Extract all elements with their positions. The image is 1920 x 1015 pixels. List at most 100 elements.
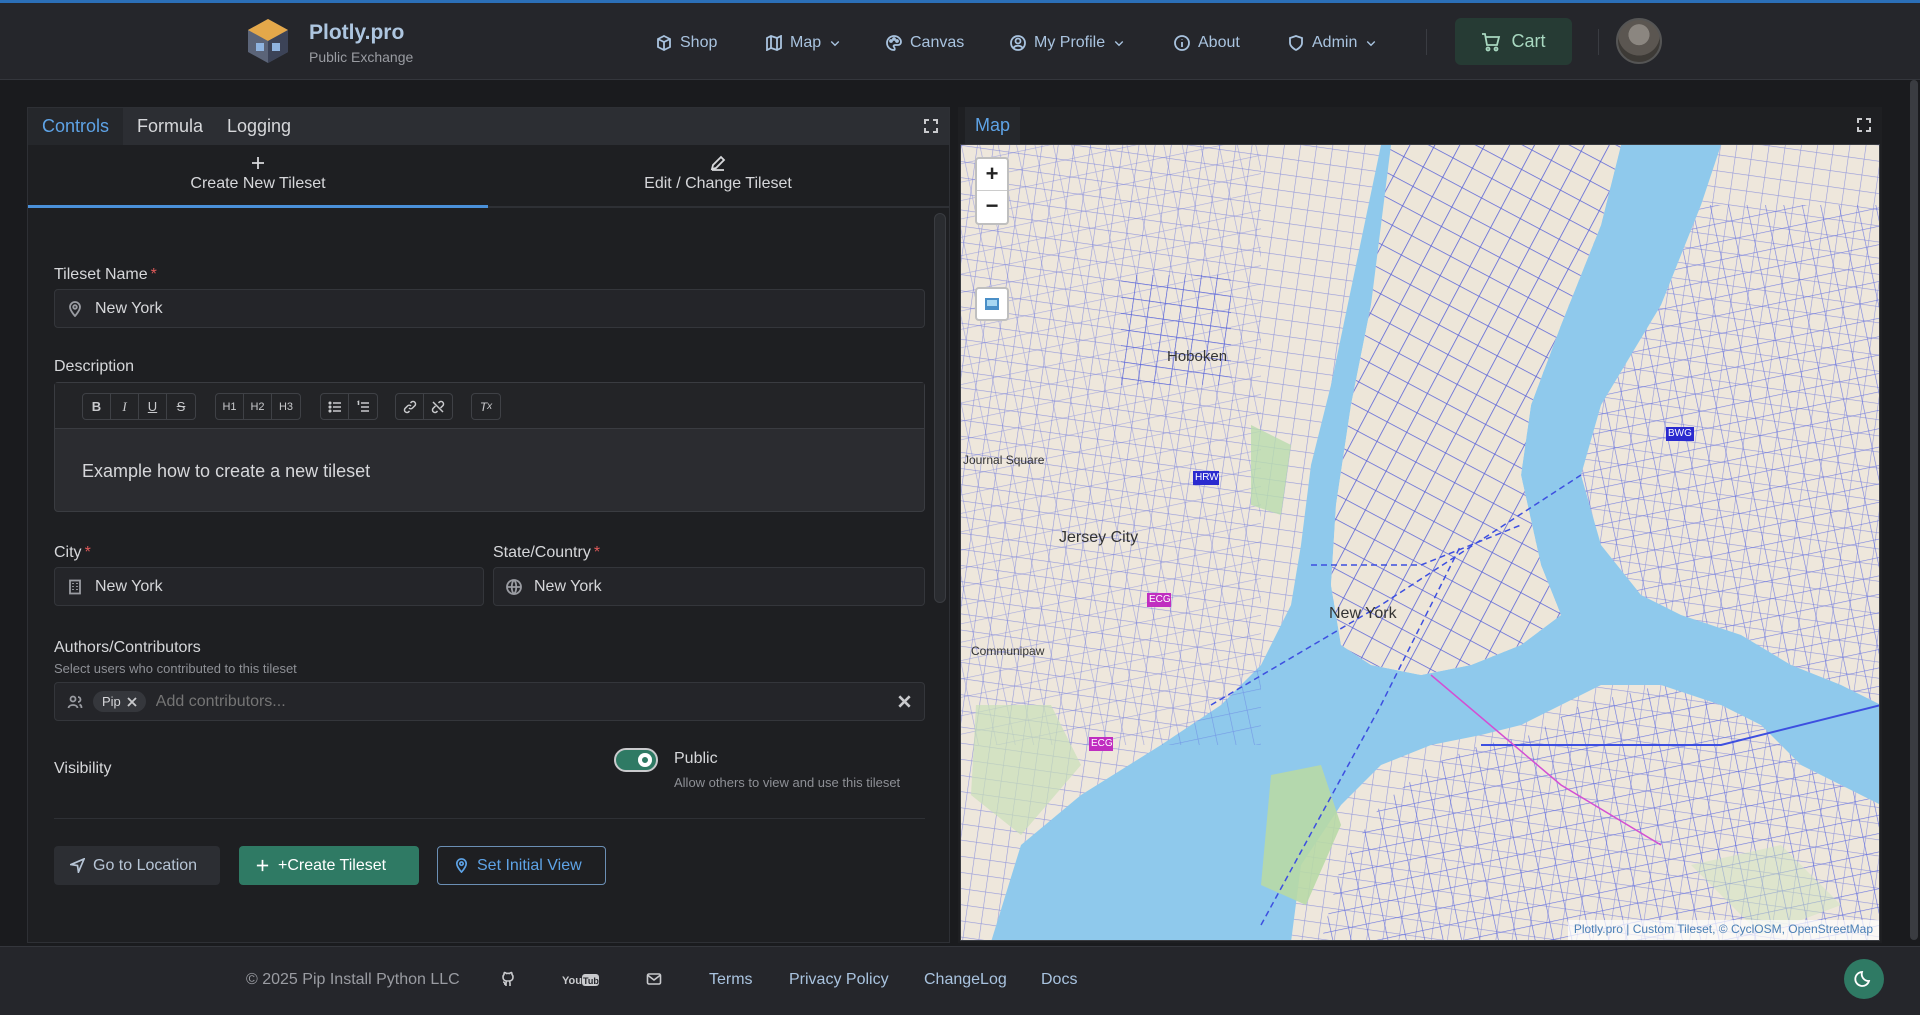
tileset-name-value: New York	[95, 299, 163, 317]
theme-toggle-button[interactable]	[1844, 959, 1884, 999]
link-group	[395, 393, 453, 420]
shield-icon	[1289, 35, 1303, 51]
authors-field[interactable]: Pip	[54, 682, 925, 721]
h2-button[interactable]: H2	[244, 394, 272, 419]
link-button[interactable]	[396, 394, 424, 419]
map-route-bwg: BWG	[1668, 428, 1692, 439]
info-icon	[1174, 35, 1190, 51]
unlink-button[interactable]	[424, 394, 452, 419]
nav-about-label: About	[1198, 34, 1240, 51]
nav-my-profile[interactable]: My Profile	[1010, 31, 1125, 55]
h1-button[interactable]: H1	[216, 394, 244, 419]
visibility-toggle[interactable]	[614, 748, 658, 772]
top-navbar: Plotly.pro Public Exchange Shop Map Canv…	[0, 3, 1920, 80]
map-label-journal-square: Journal Square	[963, 453, 1045, 467]
expand-icon[interactable]	[924, 119, 938, 133]
moon-icon	[1854, 971, 1871, 987]
description-editor[interactable]: B I U S H1 H2 H3 Tx Example how to creat…	[54, 382, 925, 512]
map-attribution[interactable]: Plotly.pro | Custom Tileset, © CyclOSM, …	[1567, 920, 1879, 940]
zoom-in-button[interactable]: +	[977, 159, 1007, 191]
chevron-down-icon	[1367, 41, 1376, 47]
nav-divider	[1426, 29, 1427, 55]
tileset-name-field[interactable]: New York	[54, 289, 925, 328]
panel-tabbar: Controls Formula Logging	[28, 108, 949, 145]
mail-icon[interactable]	[646, 971, 662, 987]
map-label-communipaw: Communipaw	[971, 644, 1045, 658]
nav-profile-label: My Profile	[1034, 34, 1106, 51]
list-group	[320, 393, 378, 420]
ordered-list-button[interactable]	[349, 394, 377, 419]
nav-shop[interactable]: Shop	[656, 31, 717, 55]
footer: © 2025 Pip Install Python LLC YouTube Te…	[0, 946, 1920, 1015]
tab-logging[interactable]: Logging	[213, 108, 305, 145]
contributors-input[interactable]	[155, 692, 756, 711]
clear-all-icon[interactable]	[898, 695, 911, 708]
create-tileset-label: +Create Tileset	[278, 856, 387, 874]
bold-button[interactable]: B	[83, 394, 111, 419]
state-country-field[interactable]: New York	[493, 567, 925, 606]
tab-controls[interactable]: Controls	[28, 108, 124, 145]
map-panel: Map Hoboken Jersey City New York Journal…	[958, 107, 1882, 943]
go-to-location-button[interactable]: Go to Location	[54, 846, 220, 885]
footer-docs-link[interactable]: Docs	[1041, 971, 1077, 989]
city-label: City *	[54, 544, 91, 561]
expand-icon[interactable]	[1857, 118, 1871, 132]
cart-button[interactable]: Cart	[1455, 18, 1572, 65]
required-mark: *	[593, 544, 601, 561]
description-text[interactable]: Example how to create a new tileset	[82, 461, 370, 482]
nav-map[interactable]: Map	[766, 31, 841, 55]
brand-logo-icon[interactable]	[246, 17, 290, 65]
h3-button[interactable]: H3	[272, 394, 300, 419]
format-group: B I U S	[82, 393, 196, 420]
bullet-list-icon	[327, 400, 341, 413]
nav-about[interactable]: About	[1174, 31, 1240, 55]
cart-label: Cart	[1511, 31, 1546, 51]
avatar[interactable]	[1616, 18, 1662, 64]
city-field[interactable]: New York	[54, 567, 484, 606]
set-initial-view-button[interactable]: Set Initial View	[437, 846, 606, 885]
clear-format-button[interactable]: Tx	[472, 394, 500, 419]
plus-icon	[256, 859, 269, 872]
map-canvas[interactable]: Hoboken Jersey City New York Journal Squ…	[960, 144, 1880, 941]
chevron-down-icon	[830, 41, 840, 47]
nav-admin[interactable]: Admin	[1288, 31, 1377, 55]
zoom-out-button[interactable]: −	[977, 191, 1007, 223]
footer-privacy-link[interactable]: Privacy Policy	[789, 971, 889, 989]
panel-scrollbar[interactable]	[934, 213, 946, 603]
github-icon[interactable]	[500, 971, 516, 987]
tab-formula[interactable]: Formula	[123, 108, 217, 145]
set-view-label: Set Initial View	[477, 856, 582, 874]
city-value: New York	[95, 577, 163, 595]
authors-label: Authors/Contributors	[54, 639, 201, 656]
palette-icon	[886, 35, 902, 51]
nav-canvas[interactable]: Canvas	[886, 31, 964, 55]
subtab-edit-tileset[interactable]: Edit / Change Tileset	[488, 145, 948, 208]
underline-button[interactable]: U	[139, 394, 167, 419]
tab-map[interactable]: Map	[965, 107, 1021, 144]
footer-changelog-link[interactable]: ChangeLog	[924, 971, 1007, 989]
strikethrough-button[interactable]: S	[167, 394, 195, 419]
layers-button[interactable]	[975, 287, 1009, 321]
brand-title[interactable]: Plotly.pro	[309, 21, 404, 45]
footer-terms-link[interactable]: Terms	[709, 971, 753, 989]
users-icon	[67, 695, 83, 708]
ordered-list-icon	[357, 399, 369, 412]
map-pin-icon	[69, 300, 81, 317]
visibility-state: Public	[674, 750, 718, 767]
map-label-hoboken: Hoboken	[1167, 348, 1228, 365]
map-route-ecg-2: ECG	[1091, 738, 1113, 749]
cart-icon	[1482, 32, 1501, 51]
map-label-new-york: New York	[1329, 605, 1397, 622]
close-icon[interactable]	[127, 696, 137, 707]
bullet-list-button[interactable]	[321, 394, 349, 419]
youtube-icon[interactable]: YouTube	[562, 973, 600, 987]
unlink-icon	[431, 400, 445, 413]
nav-canvas-label: Canvas	[910, 34, 965, 51]
create-tileset-button[interactable]: +Create Tileset	[239, 846, 419, 885]
page-scrollbar[interactable]	[1910, 80, 1918, 940]
editor-toolbar: B I U S H1 H2 H3 Tx	[55, 383, 924, 429]
subtab-create-label: Create New Tileset	[190, 175, 326, 192]
subtab-create-tileset[interactable]: Create New Tileset	[28, 145, 488, 208]
author-chip-label: Pip	[102, 694, 121, 709]
italic-button[interactable]: I	[111, 394, 139, 419]
